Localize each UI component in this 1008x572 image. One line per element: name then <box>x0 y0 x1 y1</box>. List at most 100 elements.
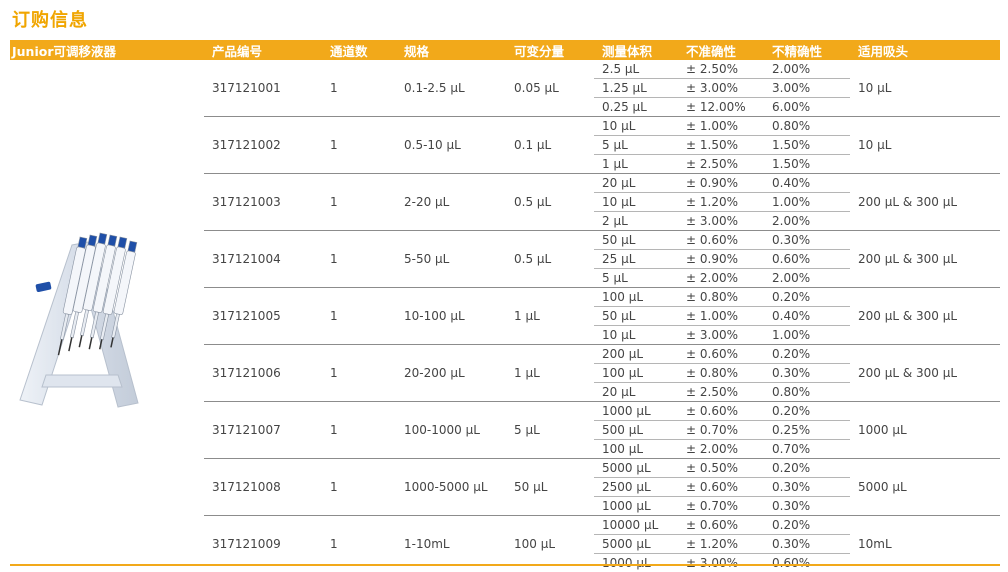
product-channels: 1 <box>322 117 396 174</box>
suitable-tips: 1000 µL <box>850 402 1000 459</box>
inaccuracy-value: ± 2.00% <box>678 440 764 459</box>
inaccuracy-value: ± 0.60% <box>678 516 764 535</box>
imprecision-value: 0.30% <box>764 535 850 554</box>
measure-volume: 1.25 µL <box>594 79 678 98</box>
product-code: 317121007 <box>204 402 322 459</box>
inaccuracy-value: ± 0.50% <box>678 459 764 478</box>
imprecision-value: 2.00% <box>764 60 850 79</box>
imprecision-value: 1.00% <box>764 326 850 345</box>
product-spec: 100-1000 µL <box>396 402 506 459</box>
product-increment: 50 µL <box>506 459 594 516</box>
measure-volume: 200 µL <box>594 345 678 364</box>
table-header-row: Junior可调移液器 产品编号 通道数 规格 可变分量 测量体积 不准确性 不… <box>10 40 1000 60</box>
measure-volume: 100 µL <box>594 440 678 459</box>
inaccuracy-value: ± 3.00% <box>678 79 764 98</box>
product-increment: 0.5 µL <box>506 231 594 288</box>
product-spec: 5-50 µL <box>396 231 506 288</box>
imprecision-value: 0.40% <box>764 174 850 193</box>
measure-volume: 10 µL <box>594 193 678 212</box>
inaccuracy-value: ± 0.60% <box>678 345 764 364</box>
bottom-rule <box>10 564 1000 566</box>
inaccuracy-value: ± 2.00% <box>678 269 764 288</box>
header-spec: 规格 <box>396 40 506 60</box>
inaccuracy-value: ± 0.80% <box>678 288 764 307</box>
header-inaccuracy: 不准确性 <box>678 40 764 60</box>
imprecision-value: 0.20% <box>764 288 850 307</box>
product-channels: 1 <box>322 231 396 288</box>
imprecision-value: 0.20% <box>764 402 850 421</box>
inaccuracy-value: ± 2.50% <box>678 383 764 402</box>
product-code: 317121002 <box>204 117 322 174</box>
product-channels: 1 <box>322 402 396 459</box>
measure-volume: 10000 µL <box>594 516 678 535</box>
measure-volume: 2.5 µL <box>594 60 678 79</box>
imprecision-value: 0.20% <box>764 516 850 535</box>
measure-volume: 2 µL <box>594 212 678 231</box>
product-spec: 20-200 µL <box>396 345 506 402</box>
pipette-rack-image <box>10 215 160 415</box>
imprecision-value: 2.00% <box>764 212 850 231</box>
product-code: 317121004 <box>204 231 322 288</box>
product-increment: 1 µL <box>506 345 594 402</box>
measure-volume: 100 µL <box>594 288 678 307</box>
product-spec: 2-20 µL <box>396 174 506 231</box>
inaccuracy-value: ± 1.20% <box>678 193 764 212</box>
imprecision-value: 0.60% <box>764 250 850 269</box>
product-spec: 0.5-10 µL <box>396 117 506 174</box>
inaccuracy-value: ± 0.70% <box>678 497 764 516</box>
inaccuracy-value: ± 0.70% <box>678 421 764 440</box>
measure-volume: 50 µL <box>594 307 678 326</box>
imprecision-value: 0.20% <box>764 345 850 364</box>
header-volume: 测量体积 <box>594 40 678 60</box>
imprecision-value: 1.50% <box>764 136 850 155</box>
imprecision-value: 0.80% <box>764 117 850 136</box>
product-channels: 1 <box>322 345 396 402</box>
measure-volume: 2500 µL <box>594 478 678 497</box>
suitable-tips: 5000 µL <box>850 459 1000 516</box>
header-tips: 适用吸头 <box>850 40 1000 60</box>
inaccuracy-value: ± 1.50% <box>678 136 764 155</box>
measure-volume: 5000 µL <box>594 535 678 554</box>
suitable-tips: 200 µL & 300 µL <box>850 345 1000 402</box>
product-increment: 1 µL <box>506 288 594 345</box>
header-product: Junior可调移液器 <box>10 40 204 60</box>
suitable-tips: 200 µL & 300 µL <box>850 288 1000 345</box>
product-code: 317121001 <box>204 60 322 117</box>
product-spec: 0.1-2.5 µL <box>396 60 506 117</box>
imprecision-value: 6.00% <box>764 98 850 117</box>
header-channels: 通道数 <box>322 40 396 60</box>
imprecision-value: 0.30% <box>764 364 850 383</box>
imprecision-value: 0.80% <box>764 383 850 402</box>
imprecision-value: 0.40% <box>764 307 850 326</box>
measure-volume: 50 µL <box>594 231 678 250</box>
measure-volume: 5 µL <box>594 136 678 155</box>
imprecision-value: 0.60% <box>764 554 850 572</box>
imprecision-value: 0.30% <box>764 231 850 250</box>
measure-volume: 10 µL <box>594 326 678 345</box>
measure-volume: 500 µL <box>594 421 678 440</box>
product-code: 317121003 <box>204 174 322 231</box>
suitable-tips: 200 µL & 300 µL <box>850 174 1000 231</box>
imprecision-value: 3.00% <box>764 79 850 98</box>
inaccuracy-value: ± 12.00% <box>678 98 764 117</box>
inaccuracy-value: ± 2.50% <box>678 60 764 79</box>
inaccuracy-value: ± 3.00% <box>678 212 764 231</box>
page-title: 订购信息 <box>12 6 88 32</box>
measure-volume: 5000 µL <box>594 459 678 478</box>
inaccuracy-value: ± 2.50% <box>678 155 764 174</box>
inaccuracy-value: ± 0.60% <box>678 231 764 250</box>
product-code: 317121005 <box>204 288 322 345</box>
imprecision-value: 0.70% <box>764 440 850 459</box>
product-code: 317121006 <box>204 345 322 402</box>
measure-volume: 5 µL <box>594 269 678 288</box>
inaccuracy-value: ± 1.00% <box>678 117 764 136</box>
inaccuracy-value: ± 0.60% <box>678 402 764 421</box>
measure-volume: 1000 µL <box>594 554 678 572</box>
imprecision-value: 0.30% <box>764 497 850 516</box>
table-row: 31712100110.1-2.5 µL0.05 µL2.5 µL± 2.50%… <box>10 60 1000 79</box>
imprecision-value: 0.25% <box>764 421 850 440</box>
order-table: Junior可调移液器 产品编号 通道数 规格 可变分量 测量体积 不准确性 不… <box>10 40 1000 572</box>
imprecision-value: 2.00% <box>764 269 850 288</box>
product-channels: 1 <box>322 174 396 231</box>
suitable-tips: 10 µL <box>850 117 1000 174</box>
